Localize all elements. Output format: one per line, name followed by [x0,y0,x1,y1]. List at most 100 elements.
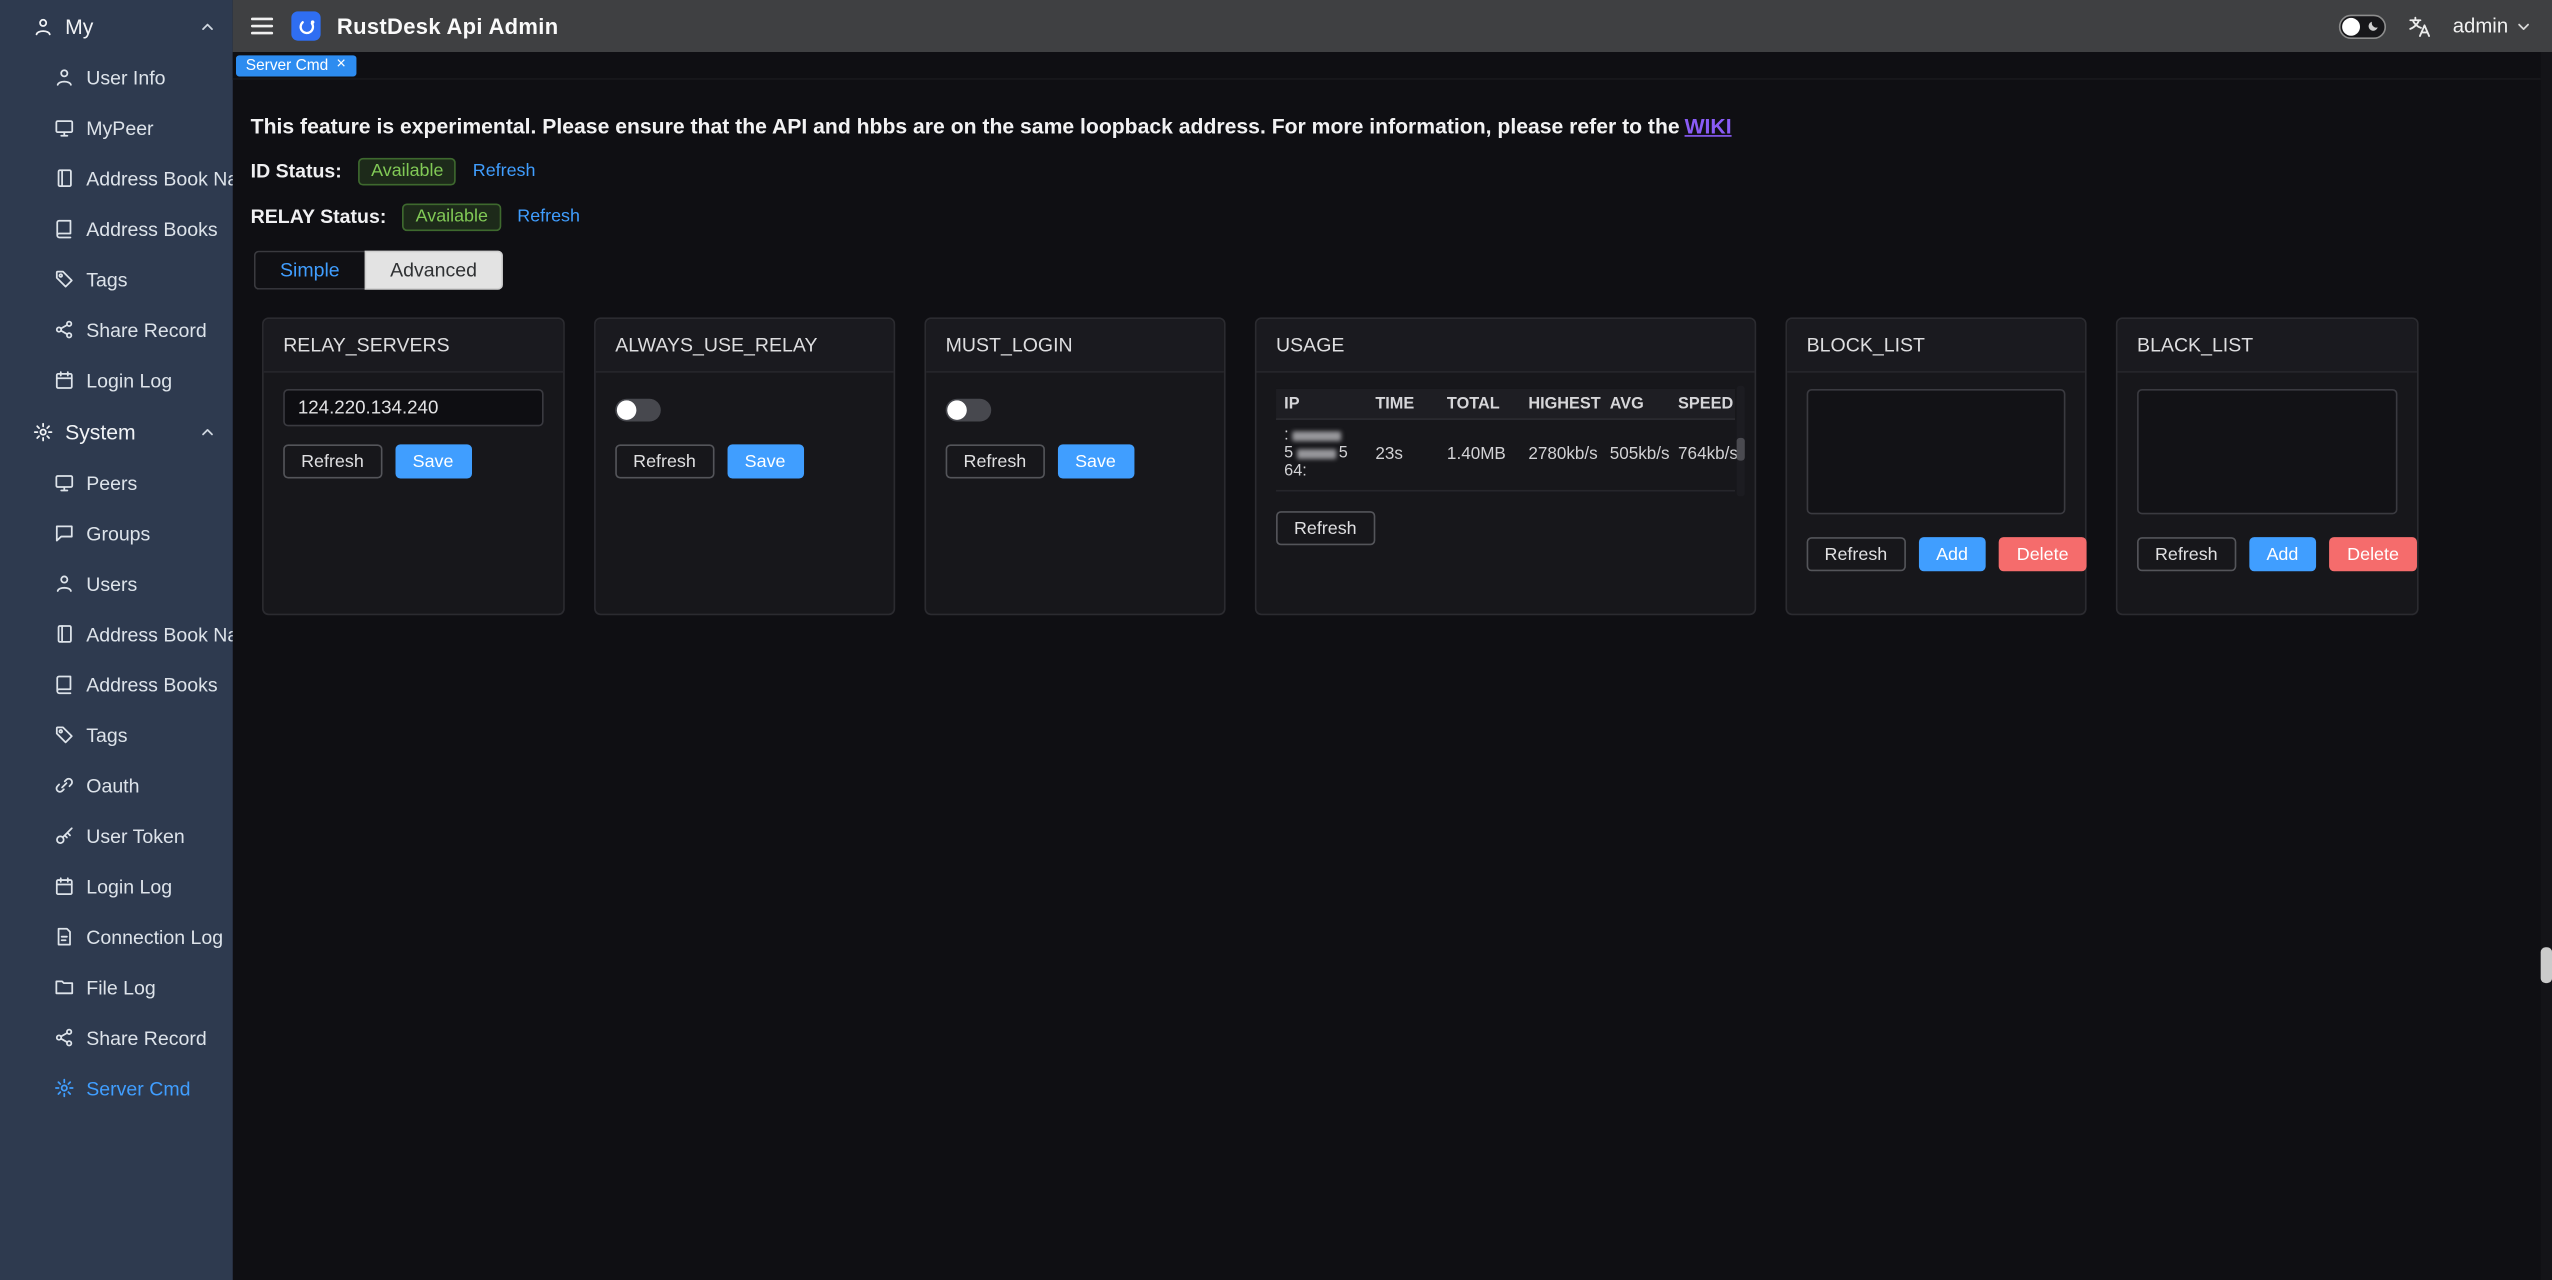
black-list-textarea[interactable] [2137,389,2397,514]
item-label: Connection Log [86,925,223,948]
open-tabs-strip: Server Cmd × [233,52,2541,80]
page-scrollbar[interactable] [2541,52,2552,1280]
col-highest: HIGHEST [1520,395,1601,413]
id-status-row: ID Status: Available Refresh [251,158,2552,184]
card-title: BLOCK_LIST [1787,319,2085,373]
wiki-link[interactable]: WIKI [1685,114,1732,138]
monitor-icon [54,472,75,493]
black-list-add-button[interactable]: Add [2249,537,2317,571]
key-icon [54,825,75,846]
address-book-icon [54,168,75,189]
item-label: Users [86,572,137,595]
always-use-relay-refresh-button[interactable]: Refresh [615,444,714,478]
address-books-icon [54,674,75,695]
id-status-label: ID Status: [251,160,342,183]
menu-collapse-icon[interactable] [249,13,275,39]
item-label: User Info [86,66,165,89]
item-label: Address Books [86,217,217,240]
usage-highest: 2780kb/s [1520,444,1601,464]
sidebar-item-groups[interactable]: Groups [0,508,233,558]
usage-speed: 764kb/s [1670,444,1738,464]
id-status-refresh-link[interactable]: Refresh [473,161,536,181]
tab-label: Server Cmd [246,56,328,74]
sidebar-item-address-books[interactable]: Address Books [0,203,233,253]
tab-close-icon[interactable]: × [336,57,346,73]
translate-icon[interactable] [2407,14,2431,38]
usage-avg: 505kb/s [1602,444,1670,464]
sidebar-item-user-info[interactable]: User Info [0,52,233,102]
block-list-textarea[interactable] [1807,389,2066,514]
topbar: RustDesk Api Admin admin [233,0,2552,52]
sidebar-item-user-token[interactable]: User Token [0,811,233,861]
theme-toggle[interactable] [2339,14,2386,38]
tab-server-cmd[interactable]: Server Cmd × [236,55,356,76]
section-label: My [65,14,187,38]
sidebar-item-share-record[interactable]: Share Record [0,304,233,354]
item-label: Share Record [86,1026,207,1049]
sidebar-section-system[interactable]: System [0,405,233,457]
tab-simple[interactable]: Simple [254,251,364,290]
document-icon [54,926,75,947]
block-list-refresh-button[interactable]: Refresh [1807,537,1906,571]
relay-servers-refresh-button[interactable]: Refresh [283,444,382,478]
item-label: Address Book Names [86,623,232,646]
card-title: ALWAYS_USE_RELAY [596,319,894,373]
chevron-up-icon [199,17,217,35]
sidebar-item-mypeer[interactable]: MyPeer [0,103,233,153]
sidebar-item-tags[interactable]: Tags [0,254,233,304]
black-list-refresh-button[interactable]: Refresh [2137,537,2236,571]
must-login-toggle[interactable] [946,399,992,422]
always-use-relay-save-button[interactable]: Save [727,444,804,478]
rustdesk-logo [291,11,320,40]
redacted-ip-segment [1292,431,1341,441]
redacted-ip-segment [1296,448,1335,458]
relay-status-refresh-link[interactable]: Refresh [517,207,580,227]
tab-advanced[interactable]: Advanced [364,251,503,290]
sidebar-item-oauth[interactable]: Oauth [0,760,233,810]
sidebar-item-system-login-log[interactable]: Login Log [0,861,233,911]
relay-servers-save-button[interactable]: Save [395,444,472,478]
sidebar-item-login-log[interactable]: Login Log [0,355,233,405]
item-label: Tags [86,268,127,291]
sidebar-item-system-tags[interactable]: Tags [0,710,233,760]
sidebar-item-system-address-books[interactable]: Address Books [0,659,233,709]
sidebar-item-connection-log[interactable]: Connection Log [0,911,233,961]
block-list-add-button[interactable]: Add [1918,537,1986,571]
calendar-icon [54,369,75,390]
usage-time: 23s [1367,444,1439,464]
block-list-delete-button[interactable]: Delete [1999,537,2087,571]
item-label: Tags [86,723,127,746]
share-icon [54,319,75,340]
usage-table-scrollbar[interactable] [1737,386,1745,497]
sidebar-item-system-share-record[interactable]: Share Record [0,1012,233,1062]
col-total: TOTAL [1439,395,1520,413]
sidebar-item-peers[interactable]: Peers [0,457,233,507]
username: admin [2453,15,2508,38]
user-dropdown[interactable]: admin [2453,15,2533,38]
calendar-icon [54,876,75,897]
sidebar-item-address-book-names[interactable]: Address Book Names [0,609,233,659]
card-title: USAGE [1257,319,1755,373]
chevron-up-icon [199,422,217,440]
black-list-delete-button[interactable]: Delete [2329,537,2417,571]
sidebar-item-file-log[interactable]: File Log [0,962,233,1012]
usage-refresh-button[interactable]: Refresh [1276,511,1375,545]
sidebar-item-server-cmd[interactable]: Server Cmd [0,1063,233,1113]
sidebar-item-users[interactable]: Users [0,558,233,608]
usage-table-row: : 55 64: 23s 1.40MB 2780kb/s 505kb/s 764… [1276,420,1735,492]
must-login-save-button[interactable]: Save [1057,444,1134,478]
usage-table-scroll-thumb[interactable] [1737,438,1745,461]
item-label: Server Cmd [86,1077,190,1100]
always-use-relay-toggle[interactable] [615,399,661,422]
sidebar-section-my[interactable]: My [0,0,233,52]
sidebar-item-address-book-name[interactable]: Address Book Name [0,153,233,203]
user-icon [33,15,54,36]
relay-servers-input[interactable] [283,389,543,426]
usage-total: 1.40MB [1439,444,1520,464]
relay-status-row: RELAY Status: Available Refresh [251,203,2552,229]
address-book-icon [54,623,75,644]
item-label: Share Record [86,318,207,341]
must-login-refresh-button[interactable]: Refresh [946,444,1045,478]
page-scrollbar-thumb[interactable] [2541,947,2552,983]
card-black-list: BLACK_LIST Refresh Add Delete [2116,317,2419,615]
